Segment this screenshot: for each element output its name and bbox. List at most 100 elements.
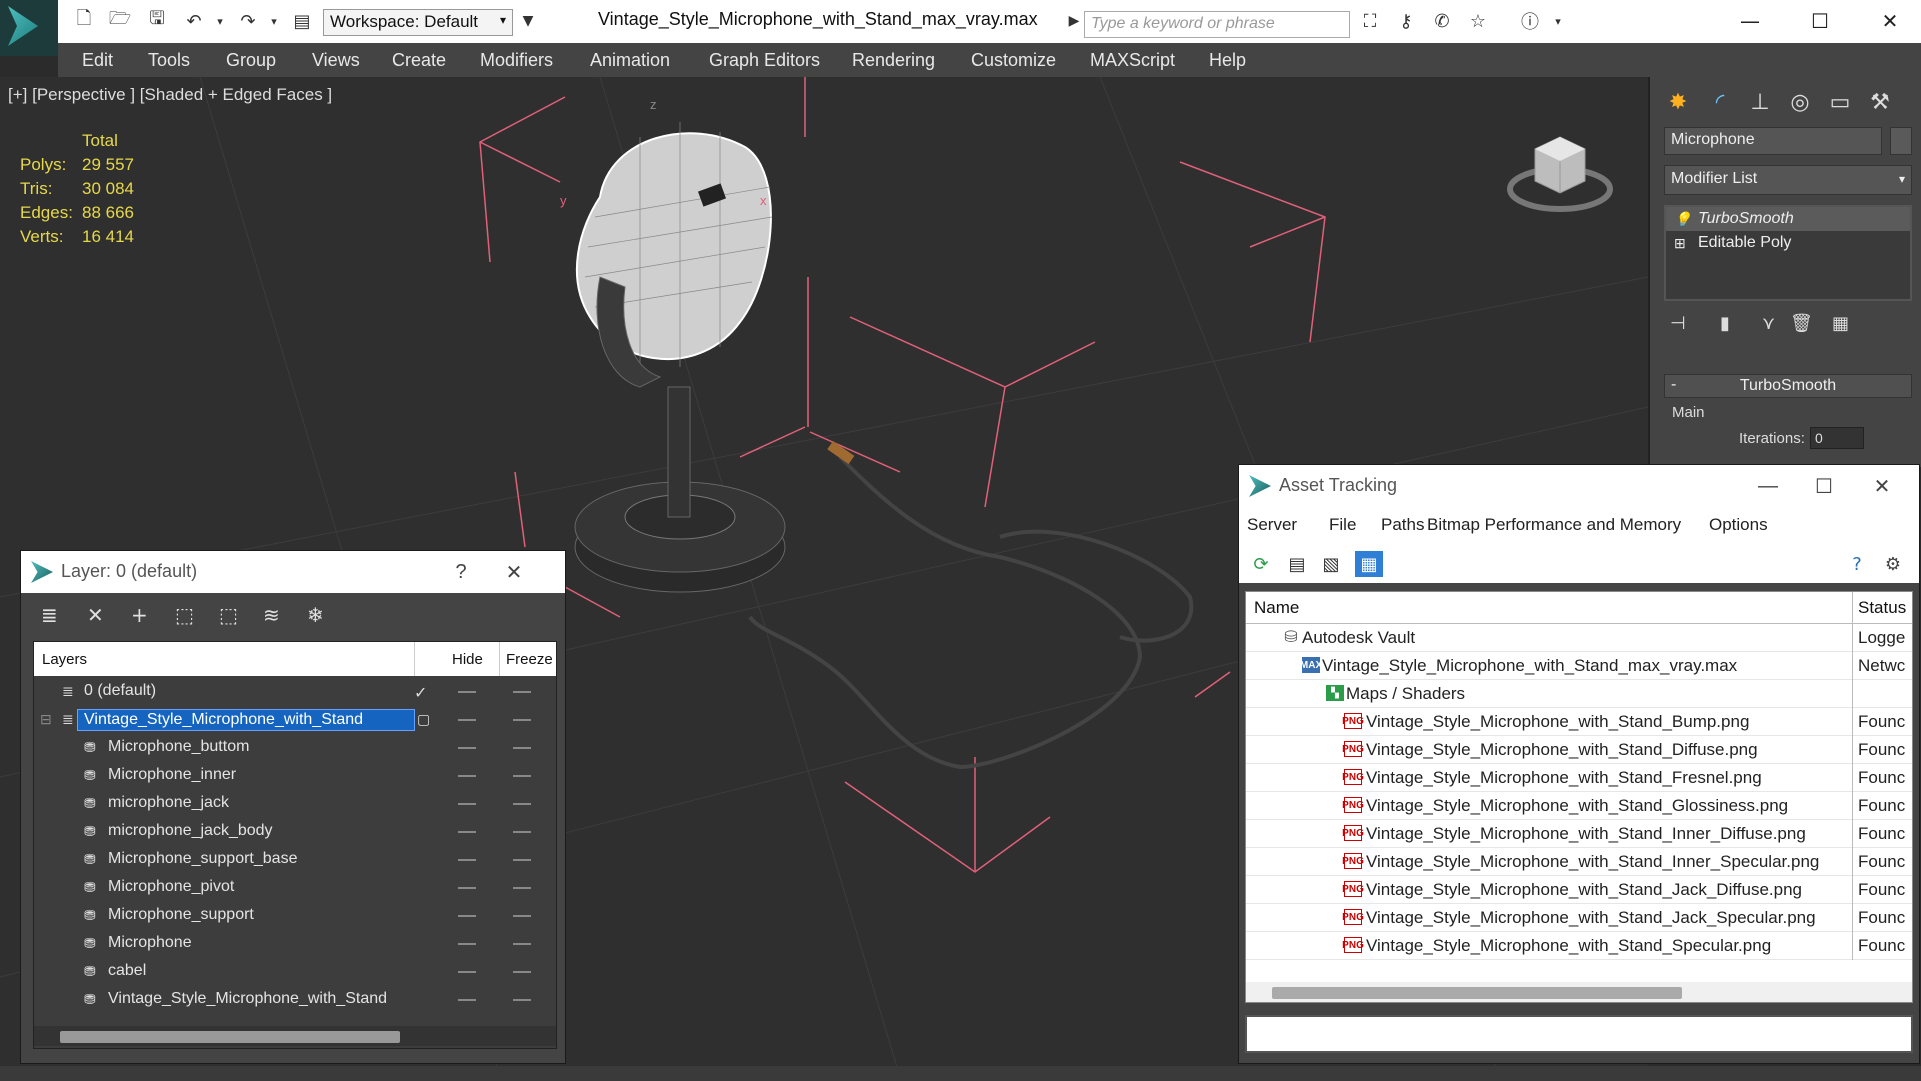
rollout-collapse-icon[interactable]: - — [1671, 376, 1676, 394]
freeze-all-layers-icon[interactable]: ❄ — [307, 603, 324, 627]
redo-icon[interactable]: ↷ — [236, 10, 260, 32]
menu-modifiers[interactable]: Modifiers — [480, 50, 553, 71]
help-icon[interactable]: ? — [1843, 551, 1871, 577]
help-icon[interactable]: ⓘ — [1518, 10, 1542, 33]
help-dropdown-icon[interactable]: ▾ — [1546, 10, 1570, 32]
menu-help[interactable]: Help — [1209, 50, 1246, 71]
app-logo-icon[interactable] — [0, 0, 58, 56]
remove-modifier-icon[interactable]: 🗑 — [1790, 313, 1813, 334]
layer-row[interactable]: ⛃ Vintage_Style_Microphone_with_Stand — [34, 986, 558, 1014]
object-color-swatch[interactable] — [1890, 127, 1912, 155]
freeze-toggle[interactable] — [513, 691, 531, 693]
expand-plus-icon[interactable]: ⊞ — [1674, 235, 1686, 252]
column-layers[interactable]: Layers — [42, 651, 87, 668]
iterations-spinner[interactable]: 0 — [1810, 427, 1864, 449]
asset-row[interactable]: PNG Vintage_Style_Microphone_with_Stand_B… — [1246, 708, 1912, 736]
close-button[interactable]: ✕ — [1870, 6, 1910, 36]
undo-icon[interactable]: ↶ — [182, 10, 206, 32]
hide-toggle[interactable] — [458, 719, 476, 721]
layer-row[interactable]: ⛃ microphone_jack_body — [34, 818, 558, 846]
hide-toggle[interactable] — [458, 971, 476, 973]
menu-create[interactable]: Create — [392, 50, 446, 71]
utilities-tab-icon[interactable]: ⚒ — [1862, 85, 1898, 119]
configure-sets-icon[interactable]: ▦ — [1832, 313, 1849, 334]
settings-icon[interactable]: ⚙ — [1879, 551, 1907, 577]
layer-row[interactable]: ≣ 0 (default) ✓ — [34, 678, 558, 706]
layer-row[interactable]: ⊟ ≣ Vintage_Style_Microphone_with_Stand … — [34, 706, 558, 734]
asset-window-titlebar[interactable]: Asset Tracking — ☐ ✕ — [1239, 465, 1919, 507]
hide-toggle[interactable] — [458, 803, 476, 805]
show-end-result-icon[interactable]: ▮ — [1720, 313, 1730, 334]
asset-row[interactable]: PNG Vintage_Style_Microphone_with_Stand_G… — [1246, 792, 1912, 820]
maximize-button[interactable]: ☐ — [1800, 6, 1840, 36]
asset-row[interactable]: ⛁ Autodesk Vault Logge — [1246, 624, 1912, 652]
checkmark-icon[interactable]: ✓ — [414, 683, 427, 703]
minimize-button[interactable]: — — [1751, 471, 1785, 501]
layer-window-titlebar[interactable]: Layer: 0 (default) ? ✕ — [21, 551, 565, 593]
hide-toggle[interactable] — [458, 943, 476, 945]
freeze-toggle[interactable] — [513, 887, 531, 889]
hide-toggle[interactable] — [458, 859, 476, 861]
collapse-icon[interactable]: ⊟ — [40, 711, 52, 728]
asset-path-field[interactable] — [1245, 1015, 1913, 1053]
freeze-toggle[interactable] — [513, 747, 531, 749]
freeze-toggle[interactable] — [513, 803, 531, 805]
asset-row[interactable]: PNG Vintage_Style_Microphone_with_Stand_J… — [1246, 876, 1912, 904]
delete-layer-icon[interactable]: ✕ — [87, 603, 104, 627]
motion-tab-icon[interactable]: ◎ — [1782, 85, 1818, 119]
stack-item-editable-poly[interactable]: ⊞ Editable Poly — [1666, 231, 1910, 255]
freeze-toggle[interactable] — [513, 719, 531, 721]
layer-row[interactable]: ⛃ Microphone_buttom — [34, 734, 558, 762]
close-button[interactable]: ✕ — [497, 557, 531, 587]
asset-row[interactable]: MAX Vintage_Style_Microphone_with_Stand_m… — [1246, 652, 1912, 680]
freeze-toggle[interactable] — [513, 999, 531, 1001]
asset-row[interactable]: PNG Vintage_Style_Microphone_with_Stand_J… — [1246, 904, 1912, 932]
menu-edit[interactable]: Edit — [82, 50, 113, 71]
create-layer-icon[interactable]: ≣ — [41, 603, 58, 627]
hide-all-layers-icon[interactable]: ≋ — [263, 603, 280, 627]
object-name-field[interactable]: Microphone — [1664, 127, 1882, 155]
column-name[interactable]: Name — [1254, 598, 1299, 618]
freeze-toggle[interactable] — [513, 971, 531, 973]
freeze-toggle[interactable] — [513, 915, 531, 917]
workspace-selector[interactable]: Workspace: Default ▾ — [323, 9, 513, 36]
hide-toggle[interactable] — [458, 747, 476, 749]
refresh-icon[interactable]: ⟳ — [1247, 551, 1275, 577]
menu-animation[interactable]: Animation — [590, 50, 670, 71]
scrollbar-thumb[interactable] — [1272, 987, 1682, 999]
lightbulb-icon[interactable]: 💡 — [1674, 211, 1691, 228]
thumbnail-view-icon[interactable]: ▧ — [1317, 551, 1345, 577]
turbosmooth-rollout[interactable]: - TurboSmooth — [1664, 374, 1912, 398]
menu-views[interactable]: Views — [312, 50, 360, 71]
minimize-button[interactable]: — — [1730, 6, 1770, 36]
layer-row[interactable]: ⛃ cabel — [34, 958, 558, 986]
help-button[interactable]: ? — [444, 557, 478, 587]
layer-row[interactable]: ⛃ Microphone — [34, 930, 558, 958]
display-tab-icon[interactable]: ▭ — [1822, 85, 1858, 119]
asset-row[interactable]: PNG Vintage_Style_Microphone_with_Stand_D… — [1246, 736, 1912, 764]
modifier-list-dropdown[interactable]: Modifier List ▾ — [1664, 165, 1912, 195]
hide-toggle[interactable] — [458, 775, 476, 777]
layer-row[interactable]: ⛃ Microphone_pivot — [34, 874, 558, 902]
redo-dropdown-icon[interactable]: ▾ — [262, 10, 286, 32]
layer-row[interactable]: ⛃ microphone_jack — [34, 790, 558, 818]
save-file-icon[interactable]: 🖫 — [145, 8, 169, 32]
close-button[interactable]: ✕ — [1865, 471, 1899, 501]
menu-file[interactable]: File — [1329, 515, 1356, 535]
menu-rendering[interactable]: Rendering — [852, 50, 935, 71]
pin-stack-icon[interactable]: ⊣ — [1670, 313, 1686, 334]
viewport-label[interactable]: [+] [Perspective ] [Shaded + Edged Faces… — [8, 85, 332, 105]
freeze-toggle[interactable] — [513, 859, 531, 861]
new-file-icon[interactable]: 🗋 — [72, 8, 96, 32]
maximize-button[interactable]: ☐ — [1807, 471, 1841, 501]
freeze-toggle[interactable] — [513, 831, 531, 833]
layer-row[interactable]: ⛃ Microphone_inner — [34, 762, 558, 790]
highlight-layer-icon[interactable]: ⬚ — [219, 603, 238, 627]
menu-bitmap-performance[interactable]: Bitmap Performance and Memory — [1427, 515, 1681, 535]
hide-toggle[interactable] — [458, 887, 476, 889]
project-folder-icon[interactable]: ▤ — [290, 10, 314, 32]
asset-row[interactable]: PNG Vintage_Style_Microphone_with_Stand_F… — [1246, 764, 1912, 792]
asset-row[interactable]: ▚ Maps / Shaders — [1246, 680, 1912, 708]
column-freeze[interactable]: Freeze — [506, 651, 553, 668]
menu-options[interactable]: Options — [1709, 515, 1768, 535]
